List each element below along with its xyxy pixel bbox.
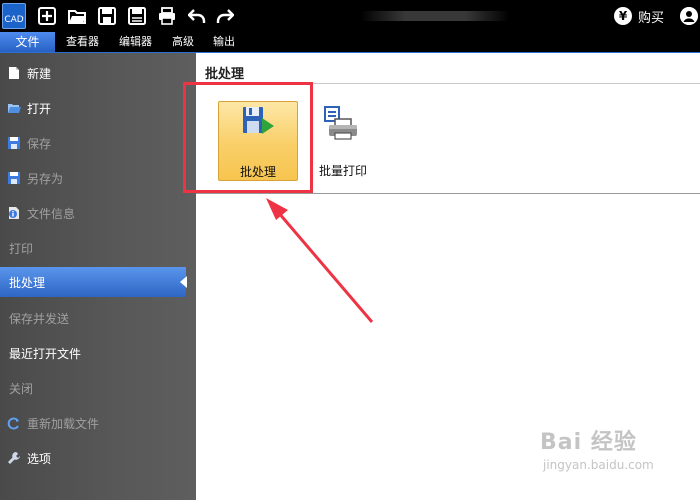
menu-bar: 文件 查看器 编辑器 高级 输出: [0, 32, 700, 53]
wrench-icon: [8, 452, 20, 464]
baidu-watermark: Bai 经验 jingyan.baidu.com: [540, 418, 690, 488]
sidebar-item-print[interactable]: 打印: [0, 232, 192, 264]
sidebar-item-label: 保存: [27, 136, 52, 151]
menu-advanced[interactable]: 高级: [172, 32, 194, 52]
open-folder-icon[interactable]: [68, 7, 86, 25]
open-folder-icon: [8, 104, 21, 113]
sidebar-item-label: 保存并发送: [9, 311, 70, 326]
print-icon[interactable]: [158, 7, 176, 25]
annotation-arrow: [266, 198, 374, 323]
sidebar-item-save-as[interactable]: 另存为: [0, 162, 192, 194]
sidebar-item-new[interactable]: 新建: [0, 57, 192, 89]
file-info-icon: [9, 207, 19, 219]
save-as-icon[interactable]: [128, 7, 146, 25]
menu-editor[interactable]: 编辑器: [119, 32, 152, 52]
sidebar-item-label: 另存为: [27, 171, 64, 186]
buy-label: 购买: [638, 10, 665, 26]
batch-print-button[interactable]: 批量打印: [314, 101, 372, 181]
sidebar-item-label: 关闭: [9, 381, 34, 396]
sidebar-item-reload[interactable]: 重新加载文件: [0, 407, 192, 439]
blurred-window-title: [360, 11, 510, 21]
selection-pointer: [180, 276, 187, 288]
title-bar: CAD ¥ 购买: [0, 0, 700, 32]
save-icon[interactable]: [98, 7, 116, 25]
sidebar-item-label: 打开: [27, 101, 52, 116]
user-account-icon[interactable]: [680, 7, 698, 25]
sidebar-item-file-info[interactable]: 文件信息: [0, 197, 192, 229]
batch-print-icon: [324, 106, 357, 140]
sidebar-item-save[interactable]: 保存: [0, 127, 192, 159]
app-logo[interactable]: CAD: [2, 3, 26, 29]
yen-icon: ¥: [614, 7, 632, 25]
watermark-url: jingyan.baidu.com: [543, 458, 654, 472]
sidebar-item-label: 重新加载文件: [27, 416, 100, 431]
page-title: 批处理: [205, 67, 245, 82]
new-icon[interactable]: [38, 7, 56, 25]
menu-output[interactable]: 输出: [213, 32, 235, 52]
sidebar-item-label: 打印: [9, 241, 34, 256]
batch-print-label: 批量打印: [318, 164, 367, 178]
menu-viewer[interactable]: 查看器: [66, 32, 99, 52]
new-document-icon: [9, 67, 19, 79]
buy-button[interactable]: ¥ 购买: [614, 6, 664, 26]
annotation-highlight-box: [183, 82, 313, 193]
reload-icon: [7, 417, 19, 430]
sidebar-item-label: 新建: [27, 66, 52, 81]
sidebar-item-save-and-send[interactable]: 保存并发送: [0, 302, 192, 334]
undo-icon[interactable]: [188, 7, 206, 25]
redo-icon[interactable]: [216, 7, 234, 25]
watermark-logo: Bai 经验: [540, 430, 637, 455]
sidebar-item-label: 批处理: [9, 275, 46, 290]
sidebar-item-close[interactable]: 关闭: [0, 372, 192, 404]
menu-file[interactable]: 文件: [0, 32, 55, 52]
sidebar-item-options[interactable]: 选项: [0, 442, 192, 474]
save-icon: [8, 137, 20, 149]
save-as-icon: [8, 172, 20, 184]
sidebar-item-recent-files[interactable]: 最近打开文件: [0, 337, 192, 369]
sidebar-item-batch[interactable]: 批处理: [0, 267, 187, 297]
sidebar-item-label: 最近打开文件: [9, 346, 82, 361]
sidebar-item-label: 文件信息: [27, 206, 76, 221]
sidebar-item-open[interactable]: 打开: [0, 92, 192, 124]
file-sidebar: 新建 打开 保存 另存为 文件信息 打印 批处理 保存并发送 最近打开文件 关闭…: [0, 53, 196, 500]
sidebar-item-label: 选项: [27, 451, 52, 466]
